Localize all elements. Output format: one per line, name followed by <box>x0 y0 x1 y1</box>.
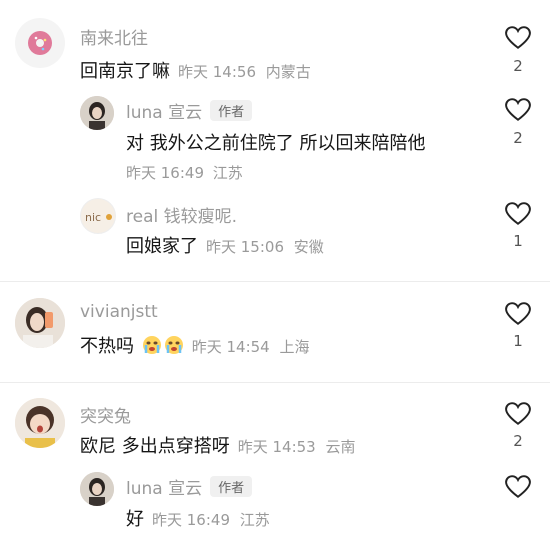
like-count: 2 <box>513 129 523 147</box>
reply-meta: 昨天 16:49 江苏 <box>126 162 243 183</box>
comment-body: 回南京了嘛 <box>80 61 170 82</box>
reply-location: 安徽 <box>293 238 324 256</box>
donut-avatar-icon <box>28 31 52 55</box>
reply-username-text: luna 宣云 <box>126 479 203 499</box>
comment-body: 欧尼 多出点穿搭呀 <box>80 436 230 457</box>
nice-avatar-icon: nic <box>85 211 112 224</box>
author-badge: 作者 <box>210 100 253 121</box>
reply-text[interactable]: 好昨天 16:49 江苏 <box>126 505 270 531</box>
like-count: 1 <box>513 332 523 350</box>
reply-username[interactable]: luna 宣云 作者 <box>126 474 253 499</box>
avatar[interactable]: nic <box>80 198 116 234</box>
divider <box>0 382 550 383</box>
heart-icon[interactable] <box>505 202 531 226</box>
reply-time: 昨天 16:49 <box>126 164 204 182</box>
divider <box>0 281 550 282</box>
reply-text[interactable]: 回娘家了 昨天 15:06 安徽 <box>126 232 324 258</box>
avatar[interactable] <box>15 18 65 68</box>
comment-username[interactable]: 南来北往 <box>80 24 148 49</box>
comment-username[interactable]: vivianjstt <box>80 302 158 322</box>
avatar[interactable] <box>80 472 114 506</box>
person-avatar-icon <box>15 398 65 448</box>
reply-username-text: luna 宣云 <box>126 103 203 123</box>
heart-icon[interactable] <box>505 302 531 326</box>
avatar[interactable] <box>80 96 114 130</box>
comment-time: 昨天 14:56 <box>178 63 256 81</box>
like-count: 1 <box>513 232 523 250</box>
comment-time: 昨天 14:53 <box>237 438 316 456</box>
heart-icon[interactable] <box>505 402 531 426</box>
reply-body: 好 <box>126 509 144 530</box>
comment-username[interactable]: 突突兔 <box>80 402 131 427</box>
reply-time: 昨天 15:06 <box>206 238 284 256</box>
reply-text[interactable]: 对 我外公之前住院了 所以回来陪陪他 <box>126 129 425 155</box>
heart-icon[interactable] <box>505 26 531 50</box>
reply-username[interactable]: luna 宣云 作者 <box>126 98 253 123</box>
comment-text[interactable]: 回南京了嘛 昨天 14:56 内蒙古 <box>80 57 311 83</box>
comment-location: 上海 <box>279 338 310 356</box>
crying-face-emoji <box>164 336 183 354</box>
person-avatar-icon <box>80 472 114 506</box>
reply-time: 昨天 16:49 <box>152 511 230 529</box>
heart-icon[interactable] <box>505 475 531 499</box>
heart-icon[interactable] <box>505 98 531 122</box>
comment-time: 昨天 14:54 <box>191 338 270 356</box>
comment-text[interactable]: 不热吗 昨天 14:54 上海 <box>80 332 309 358</box>
crying-face-emoji <box>142 336 161 354</box>
svg-text:nic: nic <box>85 211 101 224</box>
reply-body: 回娘家了 <box>126 236 198 257</box>
like-count: 2 <box>513 57 523 75</box>
author-badge: 作者 <box>210 476 253 497</box>
reply-username[interactable]: real 钱较瘦呢. <box>126 202 237 227</box>
avatar[interactable] <box>15 398 65 448</box>
comment-body: 不热吗 <box>80 336 134 357</box>
person-avatar-icon <box>15 298 65 348</box>
reply-location: 江苏 <box>239 511 270 529</box>
comment-text[interactable]: 欧尼 多出点穿搭呀 昨天 14:53 云南 <box>80 432 355 458</box>
like-count: 2 <box>513 432 523 450</box>
comment-location: 内蒙古 <box>265 63 311 81</box>
reply-location: 江苏 <box>212 164 243 182</box>
avatar[interactable] <box>15 298 65 348</box>
person-avatar-icon <box>80 96 114 130</box>
comment-location: 云南 <box>325 438 356 456</box>
